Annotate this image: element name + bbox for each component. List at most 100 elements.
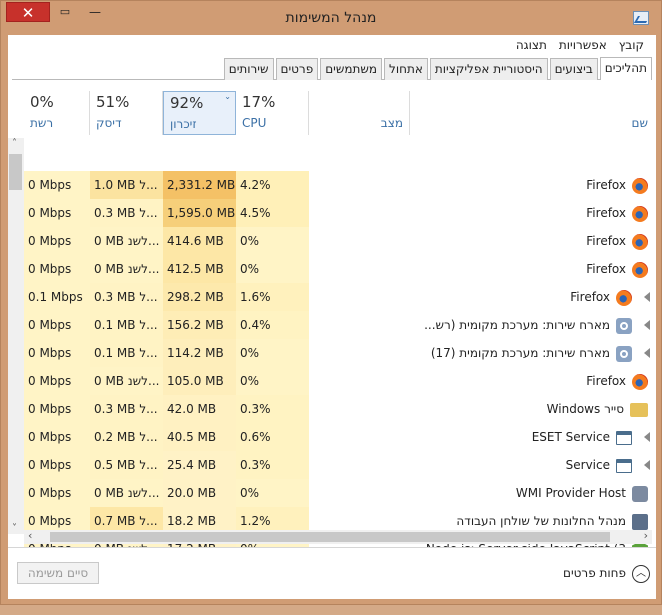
memory-cell: 1,595.0 MB xyxy=(163,199,236,227)
end-task-button[interactable]: סיים משימה xyxy=(17,562,99,584)
disk-cell: 1.0 MB ל... xyxy=(90,171,163,199)
cpu-cell: 0% xyxy=(236,339,309,367)
menu-file[interactable]: קובץ xyxy=(613,38,650,52)
name-cell: WMI Provider Host xyxy=(410,479,654,507)
disk-cell: 0.5 MB ל... xyxy=(90,451,163,479)
expand-arrow-icon[interactable] xyxy=(644,460,650,470)
name-cell: Firefox xyxy=(410,171,654,199)
table-row[interactable]: 0.1 Mbps 0.3 MB ל... 298.2 MB 1.6% Firefox xyxy=(24,283,654,311)
process-name: Firefox xyxy=(586,206,626,220)
firefox-icon xyxy=(632,205,648,222)
name-cell: סייר Windows xyxy=(410,395,654,423)
firefox-icon xyxy=(632,373,648,390)
memory-cell: 25.4 MB xyxy=(163,451,236,479)
network-cell: 0 Mbps xyxy=(24,171,90,199)
cpu-cell: 0% xyxy=(236,367,309,395)
process-name: Service xyxy=(565,458,610,472)
tab-processes[interactable]: תהליכים xyxy=(599,57,652,80)
process-name: Firefox xyxy=(570,290,610,304)
status-cell xyxy=(309,255,410,283)
fewer-details-label: פחות פרטים xyxy=(563,566,626,580)
firefox-icon xyxy=(632,261,648,278)
table-row[interactable]: 0 Mbps 0.1 MB ל... 114.2 MB 0% מארח שירות: מ… xyxy=(24,339,654,367)
footer-bar: סיים משימה ︿ פחות פרטים xyxy=(8,547,656,599)
firefox-icon xyxy=(616,289,632,306)
expand-arrow-icon[interactable] xyxy=(644,292,650,302)
tab-performance[interactable]: ביצועים xyxy=(549,58,598,80)
table-row[interactable]: 0 Mbps 0 MB לשנ... 412.5 MB 0% Firefox xyxy=(24,255,654,283)
column-memory[interactable]: ⌄ 92% זיכרון xyxy=(163,91,236,135)
table-row[interactable]: 0 Mbps 0.3 MB ל... 42.0 MB 0.3% סייר Windows xyxy=(24,395,654,423)
gear-icon xyxy=(616,345,632,362)
status-cell xyxy=(309,339,410,367)
status-cell xyxy=(309,367,410,395)
network-cell: 0 Mbps xyxy=(24,255,90,283)
scroll-up-icon[interactable]: ˄ xyxy=(12,138,17,149)
table-row[interactable]: 0 Mbps 0.1 MB ל... 156.2 MB 0.4% מארח שירות:… xyxy=(24,311,654,339)
menu-options[interactable]: אפשרויות xyxy=(553,38,613,52)
expand-arrow-icon[interactable] xyxy=(644,320,650,330)
sort-down-icon: ⌄ xyxy=(224,92,231,101)
memory-cell: 42.0 MB xyxy=(163,395,236,423)
table-row[interactable]: 0 Mbps 0 MB לשנ... 20.0 MB 0% WMI Provider H… xyxy=(24,479,654,507)
scroll-right-icon[interactable]: › xyxy=(644,529,648,542)
task-manager-icon xyxy=(633,11,649,25)
cpu-cell: 4.5% xyxy=(236,199,309,227)
vertical-scroll-thumb[interactable] xyxy=(9,154,22,190)
table-row[interactable]: 0 Mbps 1.0 MB ל... 2,331.2 MB 4.2% Firefox xyxy=(24,171,654,199)
task-manager-window: ✕ ▭ — מנהל המשימות קובץ אפשרויות תצוגה ת… xyxy=(0,0,662,605)
cpu-cell: 0.3% xyxy=(236,395,309,423)
cpu-cell: 0% xyxy=(236,227,309,255)
network-cell: 0 Mbps xyxy=(24,199,90,227)
tab-startup[interactable]: אתחול xyxy=(384,58,428,80)
table-row[interactable]: 0 Mbps 0.2 MB ל... 40.5 MB 0.6% ESET Service xyxy=(24,423,654,451)
expand-arrow-icon[interactable] xyxy=(644,432,650,442)
disk-label: דיסק xyxy=(96,116,122,130)
table-row[interactable]: 0 Mbps 0.3 MB ל... 1,595.0 MB 4.5% Firefox xyxy=(24,199,654,227)
memory-percent: 92% xyxy=(170,94,204,112)
name-cell: Firefox xyxy=(410,367,654,395)
column-name[interactable]: שם xyxy=(410,91,654,135)
scroll-left-icon[interactable]: ‹ xyxy=(28,529,32,542)
expand-arrow-icon[interactable] xyxy=(644,348,650,358)
name-cell: מארח שירות: מערכת מקומית (17) xyxy=(410,339,654,367)
process-name: מארח שירות: מערכת מקומית (רש... xyxy=(424,318,610,332)
cpu-percent: 17% xyxy=(242,93,276,111)
title-bar[interactable]: ✕ ▭ — מנהל המשימות xyxy=(1,1,661,35)
memory-label: זיכרון xyxy=(170,117,197,131)
network-cell: 0 Mbps xyxy=(24,339,90,367)
disk-percent: 51% xyxy=(96,93,130,111)
tab-app-history[interactable]: היסטוריית אפליקציות xyxy=(429,58,548,80)
name-cell: Firefox xyxy=(410,227,654,255)
status-label: מצב xyxy=(380,116,403,130)
column-cpu[interactable]: 17% CPU xyxy=(236,91,309,135)
column-status[interactable]: מצב xyxy=(309,91,410,135)
disk-cell: 0.1 MB ל... xyxy=(90,311,163,339)
tab-strip: תהליכים ביצועים היסטוריית אפליקציות אתחו… xyxy=(12,57,652,80)
memory-cell: 40.5 MB xyxy=(163,423,236,451)
table-row[interactable]: 0 Mbps 0.5 MB ל... 25.4 MB 0.3% Service xyxy=(24,451,654,479)
status-cell xyxy=(309,395,410,423)
column-network[interactable]: 0% רשת xyxy=(24,91,90,135)
vertical-scrollbar[interactable]: ˄ ˅ xyxy=(8,138,24,534)
horizontal-scroll-thumb[interactable] xyxy=(50,532,610,542)
client-area: קובץ אפשרויות תצוגה תהליכים ביצועים היסט… xyxy=(8,35,656,599)
network-percent: 0% xyxy=(30,93,54,111)
column-disk[interactable]: 51% דיסק xyxy=(90,91,163,135)
fewer-details-button[interactable]: ︿ פחות פרטים xyxy=(563,562,650,584)
tab-users[interactable]: משתמשים xyxy=(320,58,383,80)
window-icon xyxy=(616,458,632,473)
tab-details[interactable]: פרטים xyxy=(275,58,319,80)
disk-cell: 0.3 MB ל... xyxy=(90,283,163,311)
name-cell: ESET Service xyxy=(410,423,654,451)
network-cell: 0 Mbps xyxy=(24,311,90,339)
disk-cell: 0 MB לשנ... xyxy=(90,255,163,283)
table-row[interactable]: 0 Mbps 0 MB לשנ... 105.0 MB 0% Firefox xyxy=(24,367,654,395)
horizontal-scrollbar[interactable]: ‹ › xyxy=(24,529,652,544)
scroll-down-icon[interactable]: ˅ xyxy=(12,523,17,534)
menu-view[interactable]: תצוגה xyxy=(510,38,553,52)
table-row[interactable]: 0 Mbps 0 MB לשנ... 414.6 MB 0% Firefox xyxy=(24,227,654,255)
memory-cell: 114.2 MB xyxy=(163,339,236,367)
cpu-cell: 0% xyxy=(236,255,309,283)
tab-services[interactable]: שירותים xyxy=(223,58,274,80)
